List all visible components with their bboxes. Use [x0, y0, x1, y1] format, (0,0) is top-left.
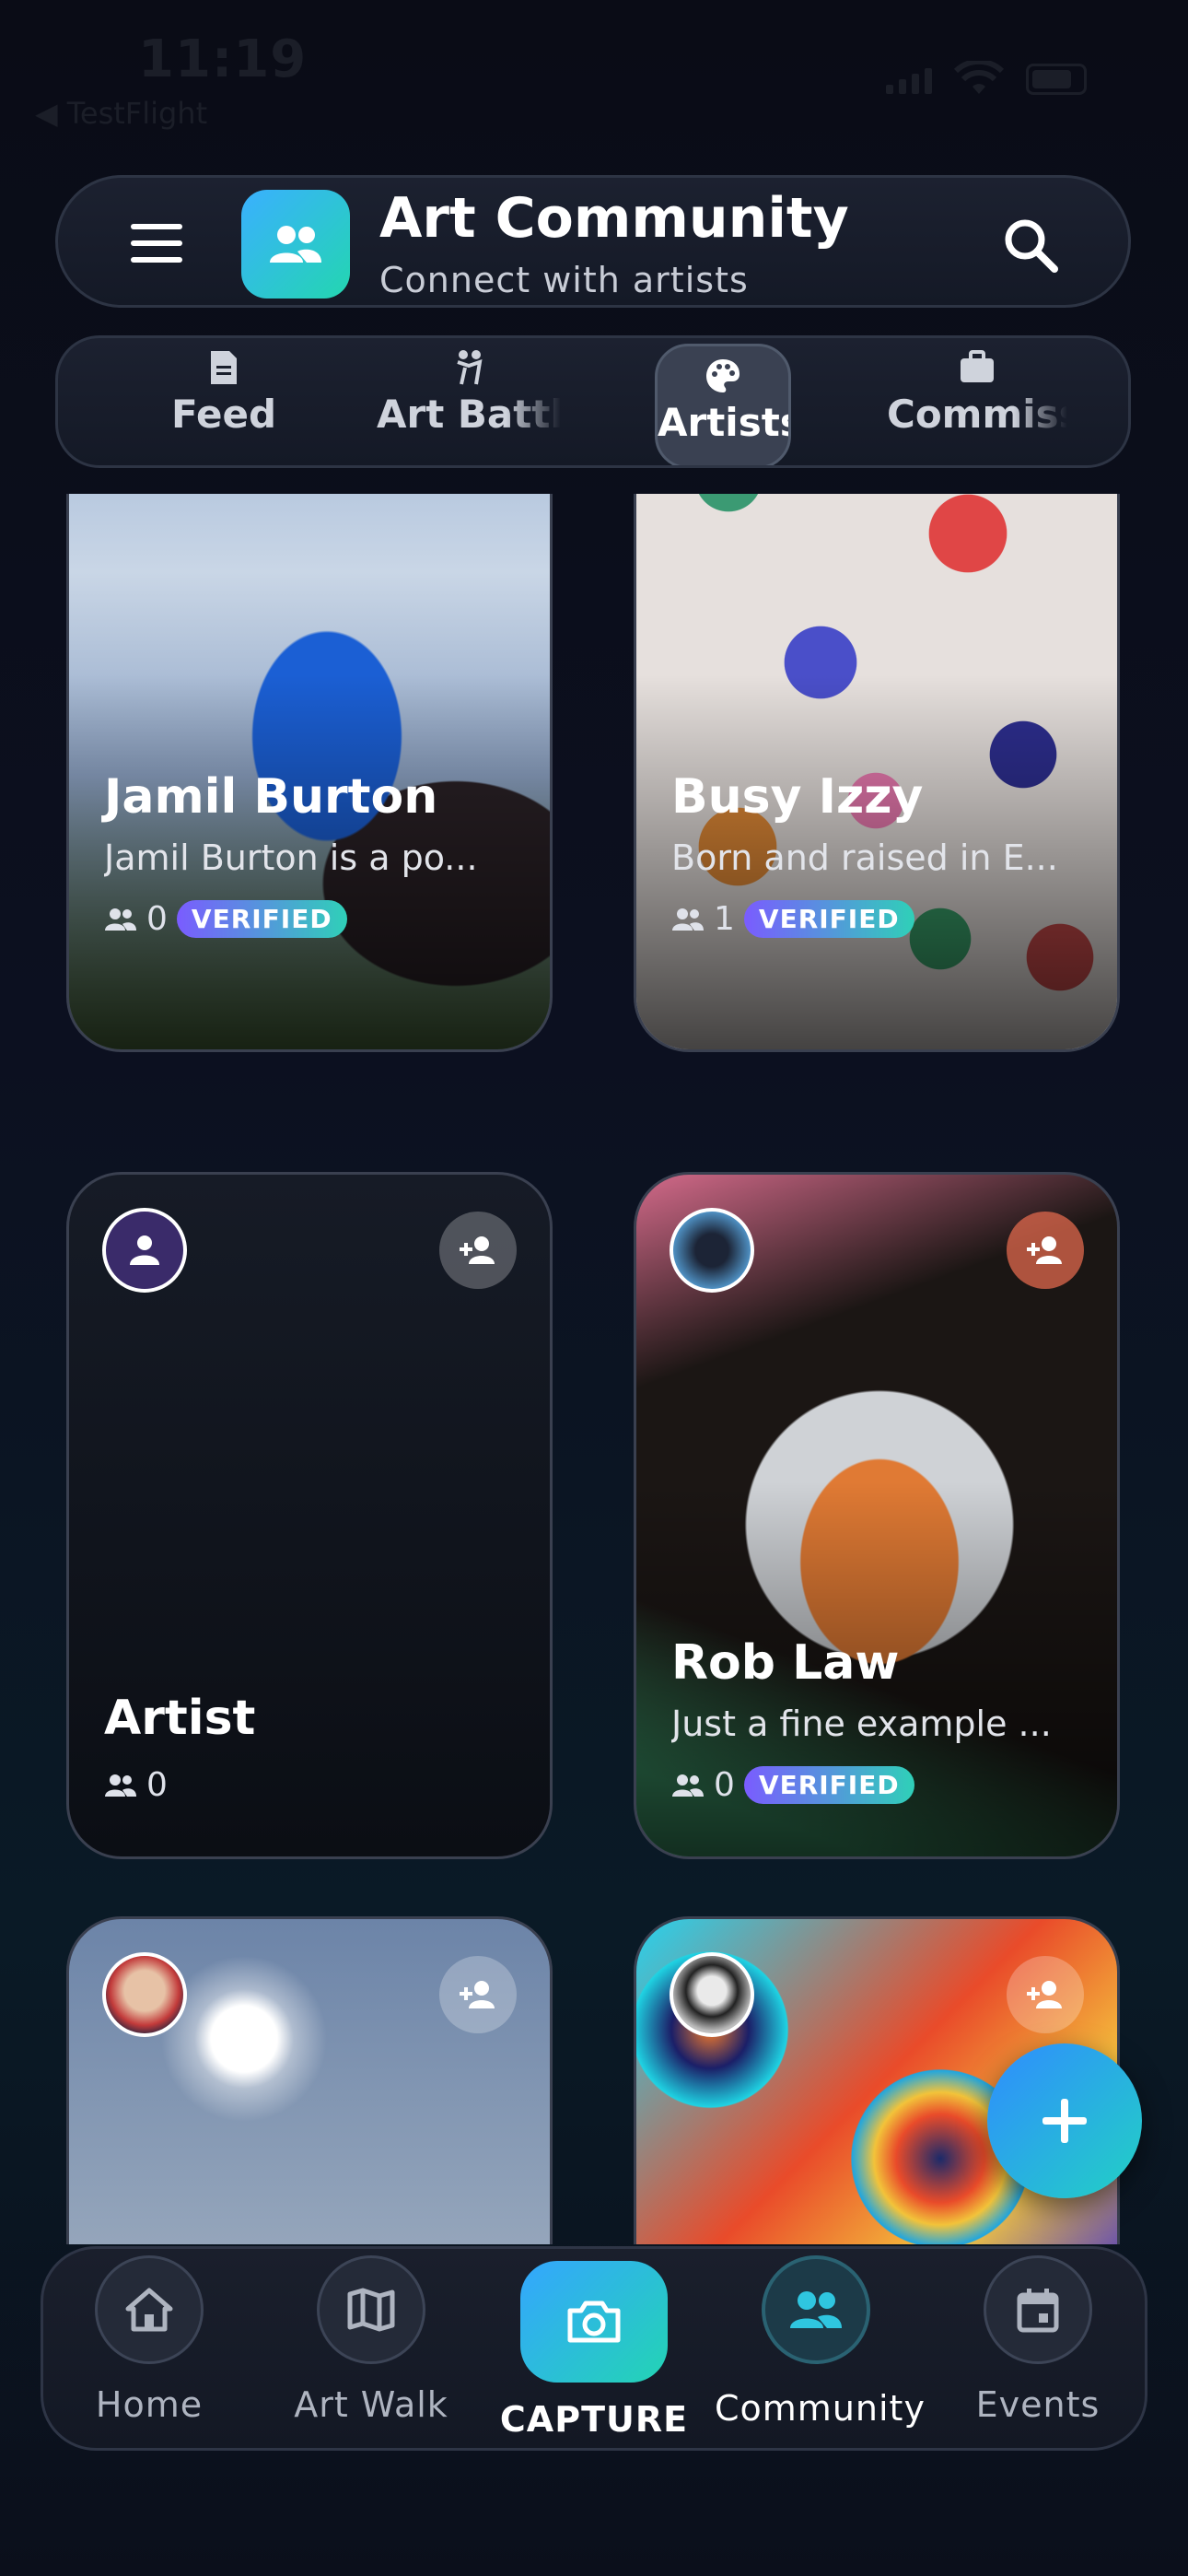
tab-commissions-label: Commissions: [887, 392, 1067, 437]
add-person-icon: [460, 1236, 495, 1264]
signal-icon: [886, 64, 932, 94]
verified-badge: VERIFIED: [743, 900, 914, 938]
plus-icon: [1042, 2099, 1087, 2143]
tab-commissions[interactable]: Commissions: [887, 338, 1067, 465]
followers-icon: [672, 907, 704, 931]
briefcase-icon: [961, 350, 994, 382]
follow-button[interactable]: [439, 1212, 517, 1289]
document-icon: [211, 351, 237, 384]
add-fab-button[interactable]: [987, 2043, 1142, 2198]
artist-meta: 0 VERIFIED: [104, 900, 347, 938]
tab-artists[interactable]: Artists: [655, 344, 791, 465]
follower-count: 1: [714, 900, 735, 938]
artist-name: Jamil Burton: [104, 769, 438, 825]
tab-art-battle-label: Art Battle: [377, 392, 561, 437]
artist-bio: Just a fine example ...: [671, 1704, 1052, 1744]
followers-icon: [105, 907, 136, 931]
calendar-icon: [1017, 2289, 1059, 2333]
battle-icon: [457, 350, 483, 385]
page-subtitle: Connect with artists: [379, 260, 749, 300]
nav-capture[interactable]: CAPTURE: [493, 2257, 695, 2440]
map-icon: [347, 2288, 395, 2332]
search-icon[interactable]: [999, 214, 1064, 278]
artist-card[interactable]: [66, 1916, 553, 2244]
wifi-icon: [954, 61, 1004, 94]
person-icon: [130, 1235, 159, 1265]
people-icon: [270, 226, 321, 263]
community-logo: [241, 190, 350, 299]
nav-home[interactable]: Home: [48, 2255, 250, 2425]
artist-avatar: [670, 1208, 754, 1293]
artist-bio: Born and raised in E...: [671, 837, 1058, 878]
nav-events-label: Events: [975, 2384, 1101, 2425]
follow-button[interactable]: [1007, 1212, 1084, 1289]
tab-bar: Feed Art Battle Artists Commissions: [55, 335, 1131, 468]
follow-button[interactable]: [1007, 1956, 1084, 2033]
follower-count: 0: [714, 1766, 735, 1804]
home-icon: [125, 2288, 173, 2332]
nav-art-walk-label: Art Walk: [294, 2384, 448, 2425]
tab-artists-label: Artists: [658, 400, 791, 445]
page-title: Art Community: [379, 186, 849, 251]
add-person-icon: [460, 1981, 495, 2008]
status-icons: [886, 61, 1087, 98]
add-person-icon: [1027, 1236, 1062, 1264]
artist-card[interactable]: Artist 0: [66, 1172, 553, 1859]
artist-name: Busy Izzy: [671, 769, 924, 825]
verified-badge: VERIFIED: [176, 900, 347, 938]
nav-community[interactable]: Community: [715, 2255, 926, 2429]
nav-art-walk[interactable]: Art Walk: [270, 2255, 472, 2425]
follower-count: 0: [146, 900, 168, 938]
add-person-icon: [1027, 1981, 1062, 2008]
tab-art-battle[interactable]: Art Battle: [377, 338, 561, 465]
artist-meta: 0 VERIFIED: [671, 1766, 914, 1804]
tab-feed-label: Feed: [170, 392, 277, 437]
artist-card[interactable]: Jamil Burton Jamil Burton is a po... 0 V…: [66, 494, 553, 1052]
followers-icon: [105, 1774, 136, 1797]
follow-button[interactable]: [439, 1956, 517, 2033]
artist-name: Artist: [104, 1691, 256, 1746]
artist-meta: 0: [104, 1766, 168, 1804]
artist-meta: 1 VERIFIED: [671, 900, 914, 938]
verified-badge: VERIFIED: [743, 1766, 914, 1804]
artist-card[interactable]: Rob Law Just a fine example ... 0 VERIFI…: [634, 1172, 1120, 1859]
artist-name: Rob Law: [671, 1635, 900, 1691]
camera-icon: [567, 2301, 621, 2343]
nav-community-label: Community: [715, 2388, 926, 2429]
battery-icon: [1026, 64, 1087, 95]
back-to-testflight[interactable]: ◀ TestFlight: [35, 96, 207, 131]
follower-count: 0: [146, 1766, 168, 1804]
artist-bio: Jamil Burton is a po...: [104, 837, 478, 878]
palette-icon: [706, 359, 740, 392]
artist-card[interactable]: Busy Izzy Born and raised in E... 1 VERI…: [634, 494, 1120, 1052]
nav-home-label: Home: [95, 2384, 204, 2425]
menu-icon[interactable]: [131, 224, 182, 264]
artist-avatar: [102, 1208, 187, 1293]
followers-icon: [672, 1774, 704, 1797]
artist-grid: Jamil Burton Jamil Burton is a po... 0 V…: [0, 494, 1188, 2244]
nav-capture-label: CAPTURE: [499, 2399, 689, 2440]
nav-events[interactable]: Events: [937, 2255, 1139, 2425]
tab-feed[interactable]: Feed: [150, 338, 297, 465]
status-time: 11:19: [138, 29, 308, 89]
artist-avatar: [102, 1952, 187, 2037]
people-icon: [790, 2291, 842, 2328]
artist-avatar: [670, 1952, 754, 2037]
